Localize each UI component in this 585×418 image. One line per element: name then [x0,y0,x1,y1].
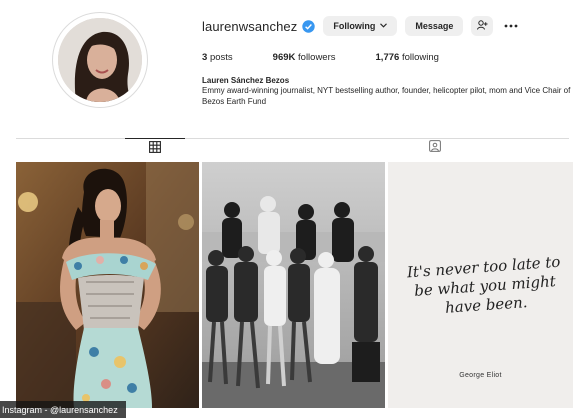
stat-posts-count: 3 [202,52,208,63]
verified-badge-icon [302,19,316,33]
following-button[interactable]: Following [323,16,398,36]
add-user-icon [476,20,488,32]
chevron-down-icon [380,22,388,30]
stat-following-count: 1,776 [375,52,400,63]
tab-tagged[interactable] [405,138,465,158]
stat-posts-label: posts [209,52,233,63]
profile-stats: 3 posts 969K followers 1,776 following [202,52,479,63]
tab-posts[interactable] [125,138,185,158]
avatar[interactable] [58,18,142,102]
post-group-photo[interactable] [202,162,385,408]
more-options-icon[interactable] [501,16,521,36]
add-user-button[interactable] [471,16,494,36]
profile-header: laurenwsanchez Following Message [202,15,521,37]
bio: Emmy award-winning journalist, NYT bests… [202,86,571,106]
quote-text: It's never too late to be what you might… [406,252,561,317]
photo-credit: Instagram - @laurensanchez [0,401,126,418]
following-button-label: Following [333,21,376,31]
stat-followers-count: 969K [272,52,296,63]
stat-following-label: following [401,52,439,63]
stat-following[interactable]: 1,776 following [376,52,439,63]
post-gown-photo[interactable] [16,162,199,408]
stat-followers-label: followers [298,52,336,63]
quote-author: George Eliot [459,372,502,379]
stat-followers[interactable]: 969K followers [273,52,336,63]
username: laurenwsanchez [202,18,298,34]
tagged-icon [429,139,441,157]
tabs-divider [16,138,569,139]
stat-posts[interactable]: 3 posts [202,52,233,63]
message-button[interactable]: Message [405,16,464,36]
message-button-label: Message [415,21,454,31]
grid-icon [149,140,161,158]
full-name: Lauren Sánchez Bezos [202,76,290,85]
